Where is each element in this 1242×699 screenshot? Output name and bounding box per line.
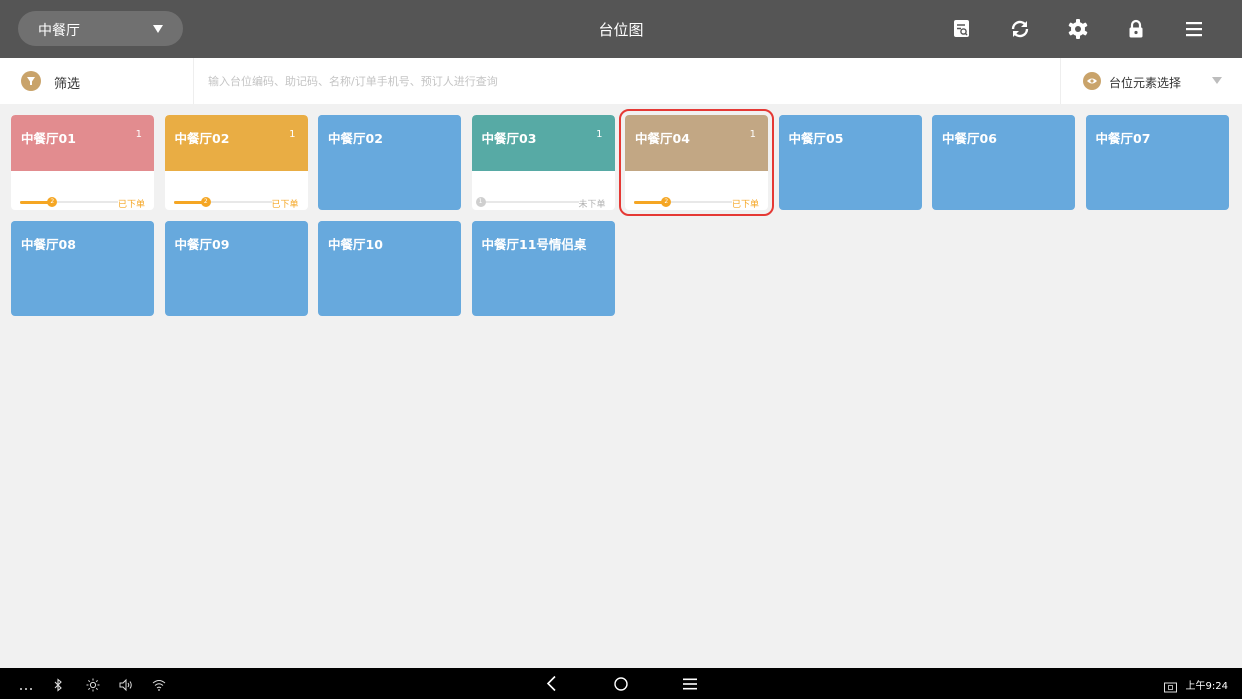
- table-card[interactable]: 中餐厅08: [11, 221, 154, 316]
- filter-icon: [21, 71, 41, 91]
- bluetooth-icon[interactable]: [53, 677, 63, 696]
- table-card[interactable]: 中餐厅09: [164, 221, 308, 316]
- guest-count: 1: [135, 129, 142, 140]
- gear-icon[interactable]: [1066, 17, 1090, 41]
- order-progress: 2: [20, 196, 118, 208]
- screenshot-icon[interactable]: [1164, 678, 1177, 697]
- top-bar: 中餐厅 台位图: [0, 0, 1242, 58]
- table-card[interactable]: 中餐厅05: [778, 115, 922, 210]
- element-select-label: 台位元素选择: [1109, 76, 1182, 90]
- guest-count: 1: [289, 129, 296, 140]
- order-status: 未下单: [578, 200, 606, 210]
- back-icon[interactable]: [544, 675, 560, 696]
- progress-step-marker: 2: [47, 197, 58, 207]
- table-name: 中餐厅07: [1095, 131, 1151, 146]
- progress-step-number: 1: [478, 198, 483, 205]
- caret-down-icon: [153, 25, 163, 33]
- filter-bar: 筛选 台位元素选择: [0, 58, 1242, 104]
- table-card[interactable]: 中餐厅10: [318, 221, 461, 316]
- table-card[interactable]: 中餐厅03 1 1 未下单: [471, 115, 615, 210]
- table-card[interactable]: 中餐厅11号情侣桌: [471, 221, 615, 316]
- progress-step-marker: 2: [200, 197, 211, 207]
- recents-icon[interactable]: [682, 676, 698, 696]
- order-progress: 1: [475, 196, 579, 208]
- table-card[interactable]: 中餐厅02: [318, 115, 461, 210]
- table-name: 中餐厅10: [328, 237, 383, 252]
- search-doc-icon[interactable]: [950, 17, 974, 41]
- table-card[interactable]: 中餐厅02 1 2 已下单: [164, 115, 308, 210]
- home-icon[interactable]: [613, 676, 629, 696]
- filter-button[interactable]: 筛选: [0, 58, 194, 104]
- table-name: 中餐厅11号情侣桌: [481, 237, 587, 252]
- volume-icon[interactable]: [119, 677, 133, 696]
- order-status: 已下单: [731, 200, 759, 210]
- order-progress: 2: [173, 196, 272, 208]
- table-name: 中餐厅05: [788, 131, 844, 146]
- progress-step-marker: 2: [661, 197, 672, 207]
- table-card[interactable]: 中餐厅04 1 2 已下单: [619, 109, 774, 216]
- wifi-icon[interactable]: [152, 677, 166, 696]
- table-name: 中餐厅08: [21, 237, 76, 252]
- system-nav-bar: 上午9:24: [0, 668, 1242, 699]
- table-card[interactable]: 中餐厅01 1 2 已下单: [11, 115, 154, 210]
- table-name: 中餐厅06: [942, 131, 997, 146]
- order-status: 已下单: [117, 200, 145, 210]
- clock: 上午9:24: [1185, 681, 1228, 692]
- table-name: 中餐厅01: [21, 131, 76, 146]
- search-input[interactable]: [195, 58, 1060, 104]
- area-selector-label: 中餐厅: [38, 23, 80, 39]
- area-selector[interactable]: 中餐厅: [18, 11, 183, 46]
- progress-step-number: 2: [203, 198, 208, 205]
- table-card[interactable]: 中餐厅06: [932, 115, 1075, 210]
- brightness-icon[interactable]: [86, 677, 100, 696]
- more-icon[interactable]: [19, 679, 33, 698]
- order-progress: 2: [634, 196, 732, 208]
- table-name: 中餐厅02: [174, 131, 230, 146]
- table-name: 中餐厅03: [481, 131, 537, 146]
- table-card[interactable]: 中餐厅07: [1085, 115, 1229, 210]
- menu-icon[interactable]: [1182, 17, 1206, 41]
- progress-step-number: 2: [50, 198, 55, 205]
- element-select[interactable]: 台位元素选择: [1060, 58, 1242, 104]
- caret-down-icon: [1212, 77, 1222, 84]
- page-title: 台位图: [598, 21, 644, 39]
- filter-label: 筛选: [54, 77, 81, 92]
- lock-icon[interactable]: [1124, 17, 1148, 41]
- table-name: 中餐厅04: [635, 131, 690, 146]
- eye-icon: [1083, 72, 1101, 90]
- progress-step-marker: 1: [475, 197, 486, 207]
- order-status: 已下单: [271, 200, 299, 210]
- guest-count: 1: [749, 129, 756, 140]
- table-name: 中餐厅02: [328, 131, 383, 146]
- table-grid: 中餐厅01 1 2 已下单 中餐厅02 1 2 已下单 中餐厅02 中餐厅03 1 1 未下单 中餐厅04…: [11, 109, 1231, 316]
- guest-count: 1: [596, 129, 603, 140]
- refresh-icon[interactable]: [1008, 17, 1032, 41]
- table-name: 中餐厅09: [174, 237, 230, 252]
- progress-step-number: 2: [664, 198, 669, 205]
